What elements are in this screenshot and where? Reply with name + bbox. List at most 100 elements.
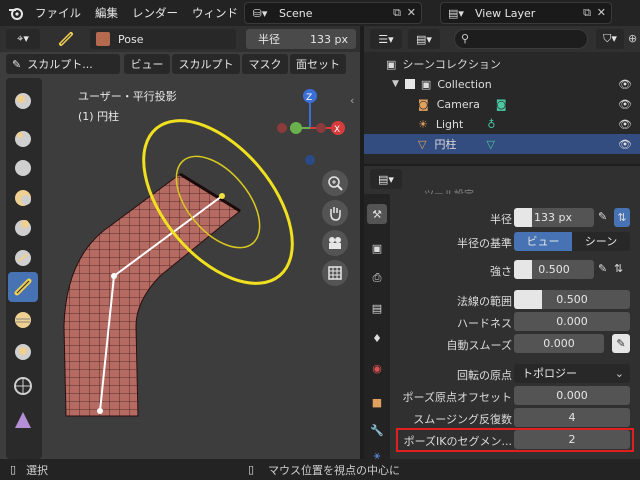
rotation-origin-row: 回転の原点 トポロジー ⌄ <box>390 364 640 384</box>
visibility-eye-icon[interactable]: 👁 <box>618 118 632 131</box>
mouse-middle-icon: ▯ <box>248 463 255 476</box>
normal-radius-value: 0.500 <box>556 293 588 306</box>
display-mode-icon[interactable]: ▤▾ <box>408 29 440 49</box>
view-layer-tab-icon[interactable]: ▤ <box>367 298 387 318</box>
radius-unit-scene[interactable]: シーン <box>572 232 630 251</box>
visibility-eye-icon[interactable]: 👁 <box>618 78 632 91</box>
normal-radius-fill <box>514 290 542 309</box>
radius-unit-label: 半径の基準 <box>457 237 512 250</box>
visibility-eye-icon[interactable]: 👁 <box>618 98 632 111</box>
status-hint: マウス位置を視点の中心に <box>268 463 400 477</box>
normal-radius-row: 法線の範囲 0.500 <box>390 290 640 310</box>
object-tab-icon[interactable]: ■ <box>367 392 387 412</box>
view-layer-selector[interactable]: ▤▾ View Layer ⧉ ✕ <box>440 2 612 24</box>
menu-file[interactable]: ファイル <box>28 0 88 26</box>
expand-icon[interactable]: ▼ <box>392 79 399 89</box>
pose-offset-row: ポーズ原点オフセット 0.000 <box>390 386 640 406</box>
camera-label: Camera <box>436 97 480 111</box>
outliner-item-light[interactable]: ☀ Light ♁ 👁 <box>364 114 640 134</box>
normal-radius-input[interactable]: 0.500 <box>514 290 630 309</box>
scene-collection-icon: ▣ <box>386 57 397 71</box>
scene-icon: ⛁▾ <box>252 6 268 20</box>
radius-row: 半径 133 px ✎ ⇅ <box>390 208 640 228</box>
properties-editor-type[interactable]: ▤▾ <box>370 169 402 189</box>
properties-header <box>364 166 640 192</box>
status-select: 選択 <box>26 463 49 477</box>
mouse-left-icon: ▯ <box>10 463 17 476</box>
pose-offset-label: ポーズ原点オフセット <box>402 391 512 404</box>
rotation-origin-select[interactable]: トポロジー ⌄ <box>514 364 630 383</box>
pose-offset-input[interactable]: 0.000 <box>514 386 630 405</box>
menu-edit[interactable]: 編集 <box>88 0 125 26</box>
radius-label: 半径 <box>490 213 512 226</box>
modifier-tab-icon[interactable]: 🔧 <box>367 420 387 440</box>
strength-fill <box>514 260 532 279</box>
outliner-scene-collection[interactable]: ▣ シーンコレクション <box>364 54 640 74</box>
view-layer-icon: ▤▾ <box>448 6 464 20</box>
strength-label: 強さ <box>490 265 512 278</box>
world-tab-icon[interactable]: ◉ <box>367 358 387 378</box>
radius-input[interactable]: 133 px <box>514 208 594 227</box>
mesh-object-icon: ▽ <box>418 137 427 151</box>
collection-label: Collection <box>437 77 492 91</box>
hardness-input[interactable]: 0.000 <box>514 312 630 331</box>
outliner-search-input[interactable]: ⚲ <box>454 29 588 49</box>
auto-smooth-label: 自動スムーズ <box>446 339 512 352</box>
checkbox-icon[interactable] <box>404 79 415 89</box>
outliner-item-camera[interactable]: ◙ Camera ◙ 👁 <box>364 94 640 114</box>
outliner-editor-type[interactable]: ☰▾ <box>370 29 402 49</box>
strength-pressure-icon[interactable]: ✎ <box>598 262 607 275</box>
smooth-iterations-label: スムージング反復数 <box>413 413 512 426</box>
blender-logo-icon[interactable] <box>4 0 28 26</box>
camera-object-icon: ◙ <box>418 97 429 111</box>
hardness-label: ハードネス <box>457 317 512 330</box>
highlight-box <box>396 428 634 452</box>
menu-window[interactable]: ウィンド <box>185 0 245 26</box>
chevron-down-icon: ⌄ <box>614 367 624 380</box>
strength-value: 0.500 <box>538 263 570 276</box>
strength-unified-icon[interactable]: ⇅ <box>614 262 623 275</box>
status-bar: ▯ 選択 ▯ マウス位置を視点の中心に <box>0 459 640 480</box>
scene-collection-label: シーンコレクション <box>402 58 501 71</box>
new-collection-icon[interactable]: ⊕ <box>628 32 637 45</box>
camera-data-icon[interactable]: ◙ <box>496 98 507 111</box>
pressure-pen-icon[interactable]: ✎ <box>598 210 607 223</box>
strength-row: 強さ 0.500 ✎ ⇅ <box>390 260 640 280</box>
radius-unit-view[interactable]: ビュー <box>514 232 572 251</box>
light-object-icon: ☀ <box>418 117 428 131</box>
visibility-eye-icon[interactable]: 👁 <box>618 138 632 151</box>
properties-tab-bar: ⚒ ▣ ⎙ ▤ ♦ ◉ ■ 🔧 ⚹ <box>364 194 390 459</box>
scene-name: Scene <box>279 6 313 20</box>
tool-tab-icon[interactable]: ⚒ <box>367 204 387 224</box>
particles-tab-icon[interactable]: ⚹ <box>367 446 387 459</box>
radius-unit-row: 半径の基準 ビュー シーン <box>390 232 640 252</box>
outliner-item-cylinder[interactable]: ▽ 円柱 ▽ 👁 <box>364 134 640 154</box>
scene-selector[interactable]: ⛁▾ Scene ⧉ ✕ <box>244 2 422 24</box>
close-scene-icon[interactable]: ✕ <box>407 6 416 19</box>
view-layer-name: View Layer <box>475 6 536 20</box>
mesh-data-icon[interactable]: ▽ <box>486 138 494 151</box>
3d-viewport[interactable]: ⌖▾ Pose 半径 133 px ✎ スカルプト... ビュー スカルプト マ… <box>0 26 360 459</box>
light-data-icon[interactable]: ♁ <box>487 118 495 131</box>
filter-icon[interactable]: ⛉▾ <box>596 29 624 49</box>
menu-render[interactable]: レンダー <box>125 0 185 26</box>
smooth-iterations-input[interactable]: 4 <box>514 408 630 427</box>
rotation-origin-label: 回転の原点 <box>457 369 512 382</box>
radius-value: 133 px <box>534 211 572 224</box>
copy-scene-icon[interactable]: ⧉ <box>393 6 401 20</box>
copy-view-layer-icon[interactable]: ⧉ <box>583 6 591 20</box>
auto-smooth-pressure-icon[interactable]: ✎ <box>612 334 630 353</box>
strength-input[interactable]: 0.500 <box>514 260 594 279</box>
unified-radius-icon[interactable]: ⇅ <box>614 208 630 227</box>
properties-panel: ▤▾ ツール設定 ⚒ ▣ ⎙ ▤ ♦ ◉ ■ 🔧 ⚹ 半径 133 px ✎ ⇅… <box>364 166 640 459</box>
collection-icon: ▣ <box>420 77 432 91</box>
output-tab-icon[interactable]: ⎙ <box>367 268 387 288</box>
auto-smooth-input[interactable]: 0.000 <box>514 334 604 353</box>
render-tab-icon[interactable]: ▣ <box>367 238 387 258</box>
scene-tab-icon[interactable]: ♦ <box>367 328 387 348</box>
outliner-collection[interactable]: ▼ ▣ Collection 👁 <box>364 74 640 94</box>
radius-fill <box>514 208 532 227</box>
close-view-layer-icon[interactable]: ✕ <box>597 6 606 19</box>
rotation-origin-value: トポロジー <box>522 367 577 380</box>
hardness-row: ハードネス 0.000 <box>390 312 640 332</box>
